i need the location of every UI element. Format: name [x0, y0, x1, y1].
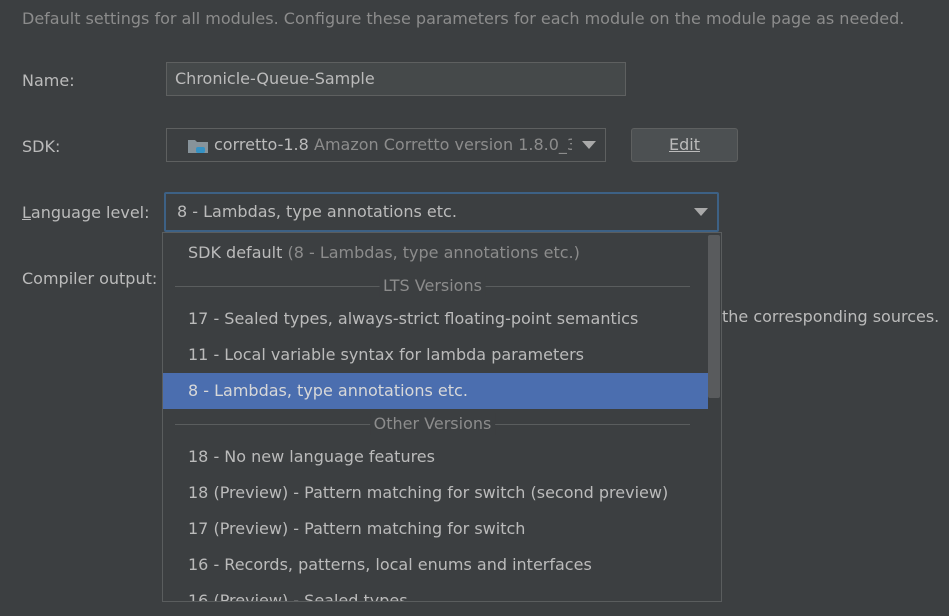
sdk-combobox[interactable]: corretto-1.8 Amazon Corretto version 1.8… [166, 128, 606, 162]
edit-button-label: Edit [669, 135, 700, 154]
option-hint: (8 - Lambdas, type annotations etc.) [287, 243, 580, 262]
name-label: Name: [22, 71, 75, 90]
option-17-preview[interactable]: 17 (Preview) - Pattern matching for swit… [163, 511, 708, 547]
chevron-down-icon [582, 141, 596, 149]
language-level-value: 8 - Lambdas, type annotations etc. [177, 202, 457, 221]
language-level-combobox[interactable]: 8 - Lambdas, type annotations etc. [164, 192, 719, 232]
language-level-label: Language level: [22, 203, 150, 222]
dropdown-scrollbar[interactable] [708, 235, 720, 398]
option-18-preview[interactable]: 18 (Preview) - Pattern matching for swit… [163, 475, 708, 511]
option-16[interactable]: 16 - Records, patterns, local enums and … [163, 547, 708, 583]
sdk-name: corretto-1.8 [214, 135, 309, 154]
language-level-label-text: anguage level: [30, 203, 150, 222]
jdk-folder-icon [188, 140, 208, 153]
edit-sdk-button[interactable]: Edit [631, 128, 738, 162]
separator-label: LTS Versions [379, 275, 486, 297]
option-label: SDK default [188, 243, 283, 262]
compiler-output-hint: the corresponding sources. [722, 307, 940, 326]
option-lts-8-selected[interactable]: 8 - Lambdas, type annotations etc. [163, 373, 708, 409]
separator-label: Other Versions [369, 413, 496, 435]
language-level-mnemonic: L [22, 203, 31, 222]
sdk-label: SDK: [22, 137, 61, 156]
option-lts-17[interactable]: 17 - Sealed types, always-strict floatin… [163, 301, 708, 337]
compiler-output-label: Compiler output: [22, 269, 158, 288]
sdk-description: Amazon Corretto version 1.8.0_3 [314, 135, 572, 154]
name-field[interactable]: Chronicle-Queue-Sample [166, 62, 626, 96]
option-16-preview[interactable]: 16 (Preview) - Sealed types [163, 583, 708, 601]
lts-versions-separator: LTS Versions [175, 275, 690, 297]
option-lts-11[interactable]: 11 - Local variable syntax for lambda pa… [163, 337, 708, 373]
language-level-dropdown[interactable]: SDK default (8 - Lambdas, type annotatio… [162, 232, 722, 602]
chevron-down-icon [694, 208, 708, 216]
page-description: Default settings for all modules. Config… [22, 9, 905, 28]
other-versions-separator: Other Versions [175, 413, 690, 435]
option-sdk-default[interactable]: SDK default (8 - Lambdas, type annotatio… [163, 235, 708, 271]
option-18[interactable]: 18 - No new language features [163, 439, 708, 475]
